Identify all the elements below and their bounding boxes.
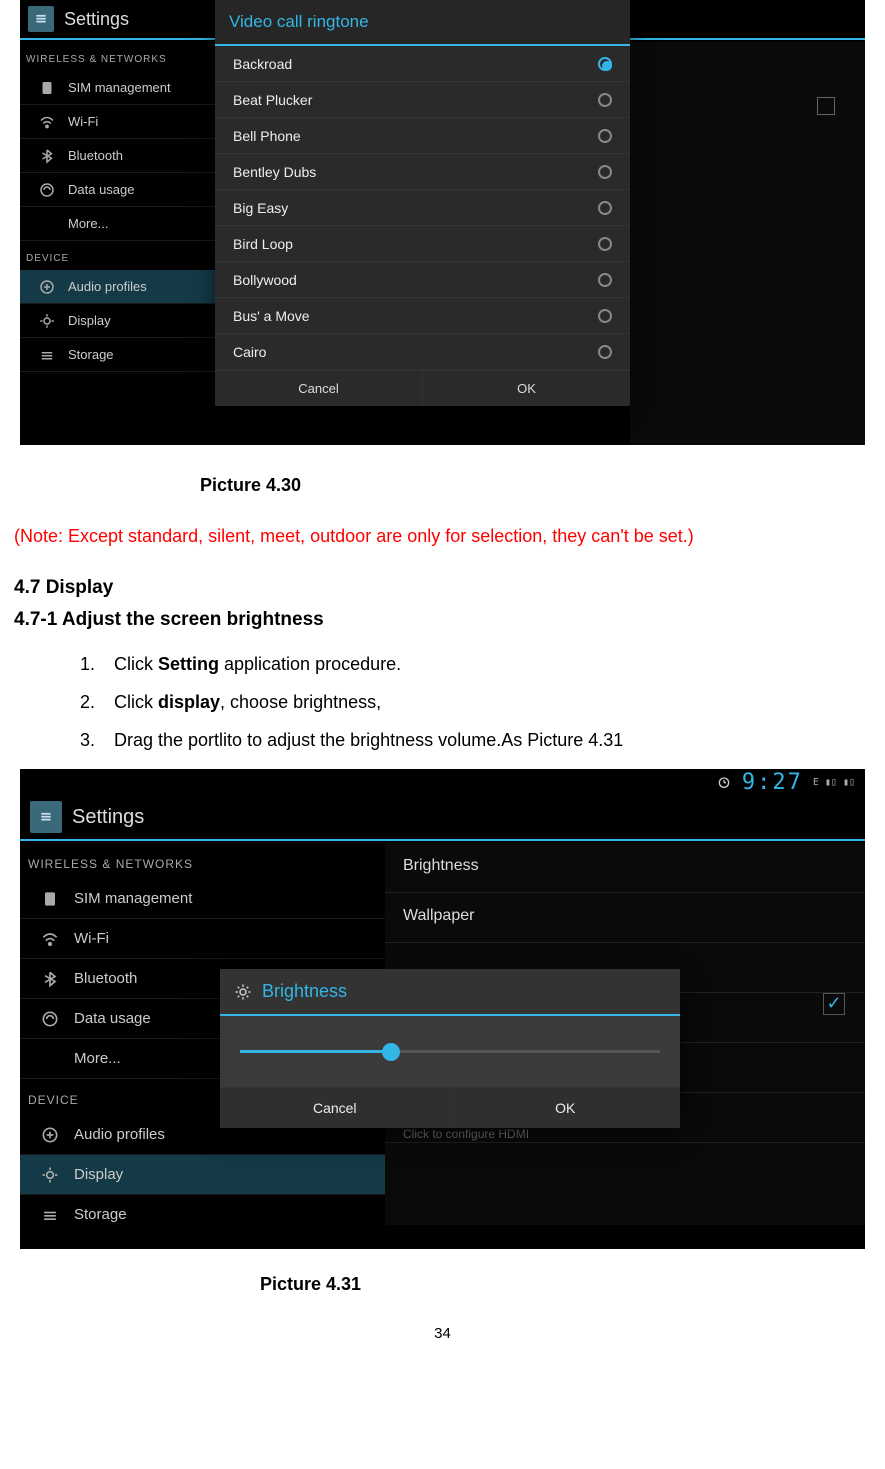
audio-profiles-icon <box>40 1125 60 1145</box>
step-item: 1.Click Setting application procedure. <box>80 646 875 684</box>
data-usage-icon <box>40 1009 60 1029</box>
radio-icon <box>598 201 612 215</box>
brightness-icon <box>234 983 252 1001</box>
bluetooth-icon <box>38 147 56 165</box>
sim-management-icon <box>40 889 60 909</box>
settings-icon <box>28 6 54 32</box>
sidebar-item-display[interactable]: Display <box>20 1155 385 1195</box>
wi-fi-icon <box>38 113 56 131</box>
sidebar-item-sim-management[interactable]: SIM management <box>20 879 385 919</box>
note-red: (Note: Except standard, silent, meet, ou… <box>14 526 875 547</box>
radio-icon <box>598 309 612 323</box>
ringtone-option-bird-loop[interactable]: Bird Loop <box>215 226 630 262</box>
status-time: 9:27 <box>742 770 803 795</box>
sidebar-item-more-[interactable]: More... <box>20 207 215 241</box>
more--icon <box>40 1049 60 1069</box>
settings-detail-pane <box>630 42 865 445</box>
section-4-7: 4.7 Display <box>14 577 875 599</box>
settings-sidebar: WIRELESS & NETWORKS SIM managementWi-FiB… <box>20 42 215 445</box>
radio-icon <box>598 57 612 71</box>
ringtone-option-bus-a-move[interactable]: Bus' a Move <box>215 298 630 334</box>
ok-button[interactable]: OK <box>450 1088 681 1128</box>
settings-title: Settings <box>72 806 144 829</box>
sidebar-item-storage[interactable]: Storage <box>20 338 215 372</box>
ringtone-option-backroad[interactable]: Backroad <box>215 46 630 82</box>
screenshot-2: 9:27 E ▮▯ ▮▯ Settings WIRELESS & NETWORK… <box>20 769 865 1249</box>
display-icon <box>40 1165 60 1185</box>
storage-icon <box>40 1205 60 1225</box>
radio-icon <box>598 345 612 359</box>
settings-icon <box>30 801 62 833</box>
brightness-dialog: Brightness Cancel OK <box>220 969 680 1128</box>
audio-profiles-icon <box>38 278 56 296</box>
sidebar-item-data-usage[interactable]: Data usage <box>20 173 215 207</box>
signal-indicator: E ▮▯ ▮▯ <box>813 777 855 788</box>
bluetooth-icon <box>40 969 60 989</box>
dialog-title: Video call ringtone <box>215 0 630 46</box>
radio-icon <box>598 93 612 107</box>
caption-picture-431: Picture 4.31 <box>260 1274 875 1295</box>
sidebar-item-sim-management[interactable]: SIM management <box>20 71 215 105</box>
radio-icon <box>598 237 612 251</box>
ringtone-option-bell-phone[interactable]: Bell Phone <box>215 118 630 154</box>
ringtone-option-cairo[interactable]: Cairo <box>215 334 630 370</box>
brightness-slider[interactable] <box>220 1016 680 1087</box>
radio-icon <box>598 165 612 179</box>
sim-management-icon <box>38 79 56 97</box>
ringtone-option-big-easy[interactable]: Big Easy <box>215 190 630 226</box>
display-icon <box>38 312 56 330</box>
settings-title: Settings <box>64 9 129 30</box>
steps-list: 1.Click Setting application procedure.2.… <box>80 646 875 759</box>
radio-icon <box>598 129 612 143</box>
slider-thumb[interactable] <box>382 1043 400 1061</box>
section-4-7-1: 4.7-1 Adjust the screen brightness <box>14 609 875 631</box>
sidebar-section-device: DEVICE <box>20 241 215 270</box>
sidebar-section-wireless: WIRELESS & NETWORKS <box>20 843 385 879</box>
nav-bar <box>20 1225 865 1249</box>
page-number: 34 <box>10 1325 875 1342</box>
ringtone-dialog: Video call ringtone BackroadBeat Plucker… <box>215 0 630 406</box>
checkbox-checked-icon[interactable]: ✓ <box>823 993 845 1015</box>
storage-icon <box>38 346 56 364</box>
step-item: 3.Drag the portlito to adjust the bright… <box>80 722 875 760</box>
sidebar-item-wi-fi[interactable]: Wi-Fi <box>20 919 385 959</box>
sidebar-item-bluetooth[interactable]: Bluetooth <box>20 139 215 173</box>
display-option-wallpaper[interactable]: Wallpaper <box>385 893 865 943</box>
sidebar-item-display[interactable]: Display <box>20 304 215 338</box>
checkbox-icon[interactable] <box>817 97 835 115</box>
radio-icon <box>598 273 612 287</box>
alarm-icon <box>716 774 732 790</box>
cancel-button[interactable]: Cancel <box>215 371 422 406</box>
ringtone-option-beat-plucker[interactable]: Beat Plucker <box>215 82 630 118</box>
more--icon <box>38 215 56 233</box>
sidebar-section-wireless: WIRELESS & NETWORKS <box>20 42 215 71</box>
step-item: 2.Click display, choose brightness, <box>80 684 875 722</box>
caption-picture-430: Picture 4.30 <box>200 475 875 496</box>
sidebar-item-audio-profiles[interactable]: Audio profiles <box>20 270 215 304</box>
ringtone-option-bollywood[interactable]: Bollywood <box>215 262 630 298</box>
dialog-title: Brightness <box>220 969 680 1016</box>
wi-fi-icon <box>40 929 60 949</box>
ok-button[interactable]: OK <box>422 371 630 406</box>
status-bar: 9:27 E ▮▯ ▮▯ <box>20 769 865 795</box>
sidebar-item-wi-fi[interactable]: Wi-Fi <box>20 105 215 139</box>
ringtone-option-bentley-dubs[interactable]: Bentley Dubs <box>215 154 630 190</box>
display-option-brightness[interactable]: Brightness <box>385 843 865 893</box>
screenshot-1: Settings WIRELESS & NETWORKS SIM managem… <box>20 0 865 445</box>
cancel-button[interactable]: Cancel <box>220 1088 450 1128</box>
slider-fill <box>240 1050 391 1053</box>
data-usage-icon <box>38 181 56 199</box>
settings-header-2: Settings <box>20 795 865 841</box>
